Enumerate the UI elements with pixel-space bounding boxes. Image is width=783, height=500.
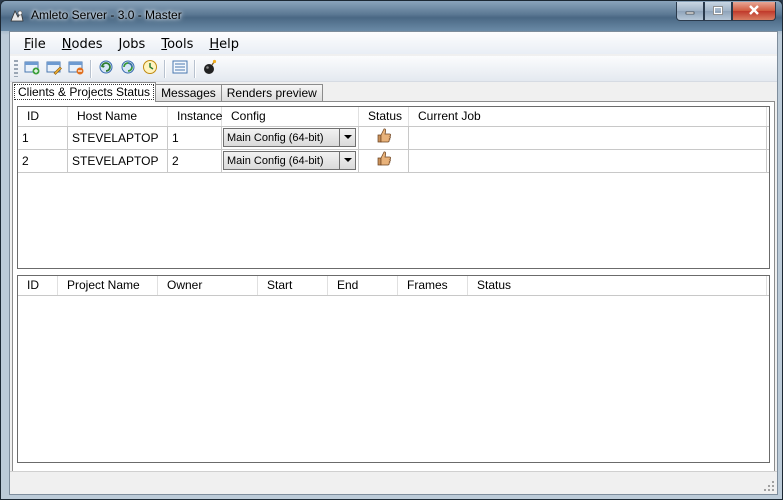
remove-job-icon xyxy=(68,59,84,78)
column-header-project-name[interactable]: Project Name xyxy=(58,276,158,295)
column-header-id[interactable]: ID xyxy=(18,276,58,295)
projects-grid-header: ID Project Name Owner Start End Frames S… xyxy=(18,276,769,296)
thumbs-up-icon xyxy=(376,127,392,149)
thumbs-up-icon xyxy=(376,150,392,172)
cell-current-job xyxy=(409,150,767,172)
column-header-config[interactable]: Config xyxy=(222,107,359,126)
cell-instance: 1 xyxy=(168,127,222,149)
edit-job-icon xyxy=(46,59,62,78)
cell-host-name: STEVELAPTOP xyxy=(68,150,168,172)
toolbar-grip[interactable] xyxy=(14,60,18,77)
toolbar-separator xyxy=(194,59,196,78)
config-select-value: Main Config (64-bit) xyxy=(227,154,324,167)
app-logo-icon xyxy=(9,8,25,24)
column-header-host-name[interactable]: Host Name xyxy=(68,107,168,126)
status-bar xyxy=(10,471,777,494)
menu-nodes[interactable]: Nodes xyxy=(54,35,111,52)
window-title: Amleto Server - 3.0 - Master xyxy=(31,8,182,22)
list-button[interactable] xyxy=(169,58,191,80)
title-bar[interactable]: Amleto Server - 3.0 - Master xyxy=(1,1,782,31)
cell-id: 1 xyxy=(18,127,68,149)
list-icon xyxy=(172,59,188,78)
minimize-icon xyxy=(685,4,695,18)
cell-host-name: STEVELAPTOP xyxy=(68,127,168,149)
add-job-icon xyxy=(24,59,40,78)
caption-buttons xyxy=(676,2,776,21)
minimize-button[interactable] xyxy=(676,2,704,21)
config-select-value: Main Config (64-bit) xyxy=(227,131,324,144)
app-window: Amleto Server - 3.0 - Master File Nodes … xyxy=(0,0,783,500)
column-header-instance[interactable]: Instance xyxy=(168,107,222,126)
client-area: File Nodes Jobs Tools Help Clients & Pro… xyxy=(9,31,778,495)
clients-grid-header: ID Host Name Instance Config Status Curr… xyxy=(18,107,769,127)
refresh-icon xyxy=(98,59,114,78)
cell-status xyxy=(359,150,409,172)
menu-tools[interactable]: Tools xyxy=(153,35,201,52)
column-header-status[interactable]: Status xyxy=(359,107,409,126)
cell-current-job xyxy=(409,127,767,149)
cell-config: Main Config (64-bit) xyxy=(222,127,359,149)
menu-jobs[interactable]: Jobs xyxy=(111,35,154,52)
remove-job-button[interactable] xyxy=(65,58,87,80)
column-header-id[interactable]: ID xyxy=(18,107,68,126)
bomb-icon xyxy=(202,59,218,78)
close-button[interactable] xyxy=(732,2,776,21)
cell-instance: 2 xyxy=(168,150,222,172)
menu-bar: File Nodes Jobs Tools Help xyxy=(10,32,777,54)
cell-config: Main Config (64-bit) xyxy=(222,150,359,172)
toolbar-separator xyxy=(90,59,92,78)
config-select[interactable]: Main Config (64-bit) xyxy=(223,151,356,170)
refresh-button[interactable] xyxy=(95,58,117,80)
menu-file[interactable]: File xyxy=(10,35,54,52)
table-row[interactable]: 1 STEVELAPTOP 1 Main Config (64-bit) xyxy=(18,127,769,150)
resize-grip-icon[interactable] xyxy=(763,480,775,492)
column-header-status[interactable]: Status xyxy=(468,276,767,295)
tab-page-clients-projects: ID Host Name Instance Config Status Curr… xyxy=(12,101,775,490)
column-header-frames[interactable]: Frames xyxy=(398,276,468,295)
cell-status xyxy=(359,127,409,149)
menu-help[interactable]: Help xyxy=(201,35,247,52)
refresh-all-icon xyxy=(120,59,136,78)
toolbar-separator xyxy=(164,59,166,78)
tab-strip: Clients & Projects Status Messages Rende… xyxy=(12,82,323,102)
chevron-down-icon[interactable] xyxy=(339,129,355,146)
maximize-icon xyxy=(713,4,723,18)
chevron-down-icon[interactable] xyxy=(339,152,355,169)
table-row[interactable]: 2 STEVELAPTOP 2 Main Config (64-bit) xyxy=(18,150,769,173)
toolbar xyxy=(10,56,777,82)
edit-job-button[interactable] xyxy=(43,58,65,80)
refresh-all-button[interactable] xyxy=(117,58,139,80)
schedule-icon xyxy=(142,59,158,78)
column-header-owner[interactable]: Owner xyxy=(158,276,258,295)
close-icon xyxy=(748,4,760,18)
tab-messages[interactable]: Messages xyxy=(155,84,222,102)
schedule-button[interactable] xyxy=(139,58,161,80)
column-header-current-job[interactable]: Current Job xyxy=(409,107,767,126)
clients-grid[interactable]: ID Host Name Instance Config Status Curr… xyxy=(17,106,770,269)
add-job-button[interactable] xyxy=(21,58,43,80)
column-header-end[interactable]: End xyxy=(328,276,398,295)
bomb-button[interactable] xyxy=(199,58,221,80)
tab-renders-preview[interactable]: Renders preview xyxy=(220,84,323,102)
projects-grid[interactable]: ID Project Name Owner Start End Frames S… xyxy=(17,275,770,463)
cell-id: 2 xyxy=(18,150,68,172)
column-header-start[interactable]: Start xyxy=(258,276,328,295)
tab-clients-projects-status[interactable]: Clients & Projects Status xyxy=(12,82,157,102)
maximize-button[interactable] xyxy=(704,2,732,21)
config-select[interactable]: Main Config (64-bit) xyxy=(223,128,356,147)
